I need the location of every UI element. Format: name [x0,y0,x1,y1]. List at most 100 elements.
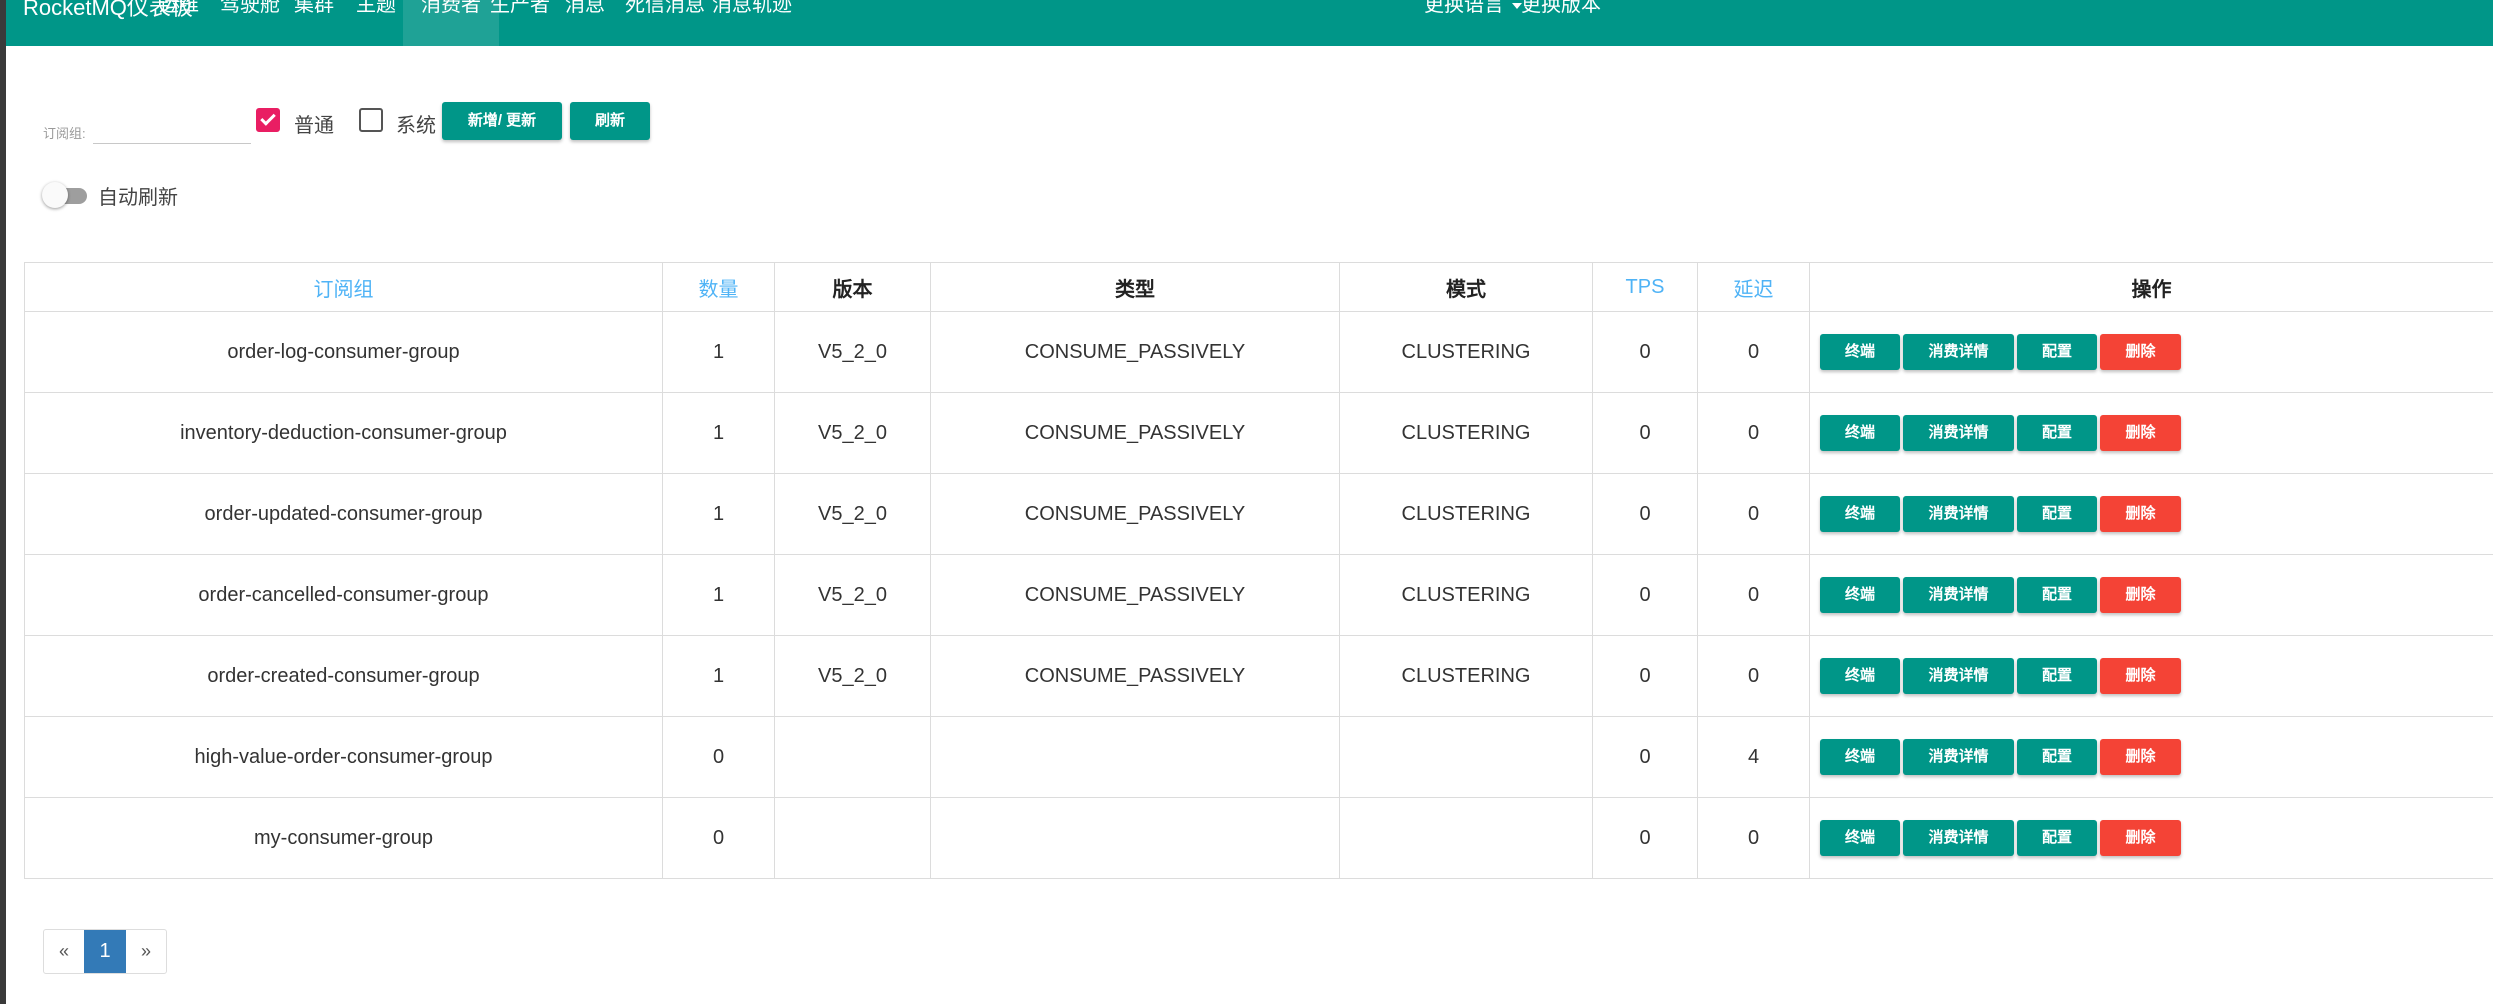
cell-mode [1339,716,1593,798]
delete-button[interactable]: 删除 [2100,739,2181,775]
consume-detail-button[interactable]: 消费详情 [1903,820,2014,856]
table-row: order-updated-consumer-group 1 V5_2_0 CONSU… [24,473,2493,555]
cell-version: V5_2_0 [774,392,931,474]
col-header-mode: 模式 [1339,262,1593,312]
nav-item-message-trace[interactable]: 消息轨迹 [712,0,792,46]
cell-version: V5_2_0 [774,473,931,555]
client-button[interactable]: 终端 [1820,496,1900,532]
consume-detail-button[interactable]: 消费详情 [1903,577,2014,613]
nav-item-producer[interactable]: 生产者 [490,0,550,46]
nav-item-topic[interactable]: 主题 [356,0,396,46]
delete-button[interactable]: 删除 [2100,577,2181,613]
delete-button[interactable]: 删除 [2100,415,2181,451]
cell-ops: 终端 消费详情 配置 删除 [1809,392,2493,474]
cell-group: order-log-consumer-group [24,311,663,393]
config-button[interactable]: 配置 [2017,334,2097,370]
pagination-prev[interactable]: « [44,930,84,973]
delete-button[interactable]: 删除 [2100,334,2181,370]
delete-button[interactable]: 删除 [2100,496,2181,532]
delete-button[interactable]: 删除 [2100,658,2181,694]
col-header-count[interactable]: 数量 [662,262,775,312]
client-button[interactable]: 终端 [1820,820,1900,856]
cell-version: V5_2_0 [774,554,931,636]
client-button[interactable]: 终端 [1820,658,1900,694]
language-dropdown[interactable]: 更换语言 [1424,0,1522,46]
cell-mode: CLUSTERING [1339,635,1593,717]
cell-tps: 0 [1592,473,1698,555]
col-header-tps[interactable]: TPS [1592,262,1698,312]
nav-item-cockpit[interactable]: 驾驶舱 [220,0,280,46]
auto-refresh-toggle-knob[interactable] [42,182,68,208]
col-header-delay[interactable]: 延迟 [1697,262,1810,312]
cell-type [930,797,1340,879]
cell-tps: 0 [1592,392,1698,474]
nav-item-ops[interactable]: 运维 [159,0,199,46]
cell-group: order-updated-consumer-group [24,473,663,555]
consume-detail-button[interactable]: 消费详情 [1903,658,2014,694]
consume-detail-button[interactable]: 消费详情 [1903,334,2014,370]
cell-group: order-created-consumer-group [24,635,663,717]
pagination: « 1 » [43,929,167,974]
table-row: order-cancelled-consumer-group 1 V5_2_0 CON… [24,554,2493,636]
cell-type: CONSUME_PASSIVELY [930,635,1340,717]
cell-type: CONSUME_PASSIVELY [930,392,1340,474]
config-button[interactable]: 配置 [2017,415,2097,451]
cell-count: 1 [662,554,775,636]
cell-version: V5_2_0 [774,635,931,717]
col-header-group[interactable]: 订阅组 [24,262,663,312]
cell-count: 1 [662,392,775,474]
consume-detail-button[interactable]: 消费详情 [1903,739,2014,775]
consume-detail-button[interactable]: 消费详情 [1903,496,2014,532]
system-checkbox[interactable] [359,108,383,132]
client-button[interactable]: 终端 [1820,334,1900,370]
consumer-group-table: 订阅组 数量 版本 类型 模式 TPS 延迟 操作 order-log-cons… [24,262,2493,879]
nav-item-dlq-message[interactable]: 死信消息 [625,0,705,46]
cell-count: 1 [662,635,775,717]
client-button[interactable]: 终端 [1820,739,1900,775]
nav-item-message[interactable]: 消息 [565,0,605,46]
cell-mode: CLUSTERING [1339,473,1593,555]
cell-version [774,797,931,879]
add-update-button[interactable]: 新增/ 更新 [442,102,562,140]
cell-version: V5_2_0 [774,311,931,393]
language-dropdown-label: 更换语言 [1424,0,1504,16]
version-dropdown[interactable]: 更换版本 [1521,0,1601,46]
normal-checkbox[interactable] [256,108,280,132]
subscription-group-input[interactable] [93,110,251,144]
config-button[interactable]: 配置 [2017,658,2097,694]
cell-type: CONSUME_PASSIVELY [930,311,1340,393]
cell-mode: CLUSTERING [1339,554,1593,636]
table-header-row: 订阅组 数量 版本 类型 模式 TPS 延迟 操作 [24,262,2493,312]
cell-delay: 0 [1697,635,1810,717]
table-row: order-created-consumer-group 1 V5_2_0 CONSU… [24,635,2493,717]
cell-ops: 终端 消费详情 配置 删除 [1809,716,2493,798]
refresh-button[interactable]: 刷新 [570,102,650,140]
cell-delay: 0 [1697,554,1810,636]
checkmark-icon [260,110,276,126]
cell-ops: 终端 消费详情 配置 删除 [1809,797,2493,879]
client-button[interactable]: 终端 [1820,415,1900,451]
config-button[interactable]: 配置 [2017,496,2097,532]
nav-item-cluster[interactable]: 集群 [294,0,334,46]
config-button[interactable]: 配置 [2017,739,2097,775]
cell-ops: 终端 消费详情 配置 删除 [1809,311,2493,393]
config-button[interactable]: 配置 [2017,820,2097,856]
client-button[interactable]: 终端 [1820,577,1900,613]
cell-group: inventory-deduction-consumer-group [24,392,663,474]
cell-count: 0 [662,716,775,798]
cell-delay: 0 [1697,311,1810,393]
col-header-ops: 操作 [1809,262,2493,312]
nav-item-consumer[interactable]: 消费者 [403,0,499,46]
config-button[interactable]: 配置 [2017,577,2097,613]
cell-mode [1339,797,1593,879]
pagination-page-1[interactable]: 1 [84,930,126,973]
cell-mode: CLUSTERING [1339,311,1593,393]
pagination-next[interactable]: » [126,930,166,973]
table-row: high-value-order-consumer-group 0 0 4 终端 消费详情… [24,716,2493,798]
consumer-group-table-container: 订阅组 数量 版本 类型 模式 TPS 延迟 操作 order-log-cons… [24,262,2493,879]
cell-mode: CLUSTERING [1339,392,1593,474]
window-left-edge [0,0,6,1004]
delete-button[interactable]: 删除 [2100,820,2181,856]
consume-detail-button[interactable]: 消费详情 [1903,415,2014,451]
cell-tps: 0 [1592,311,1698,393]
